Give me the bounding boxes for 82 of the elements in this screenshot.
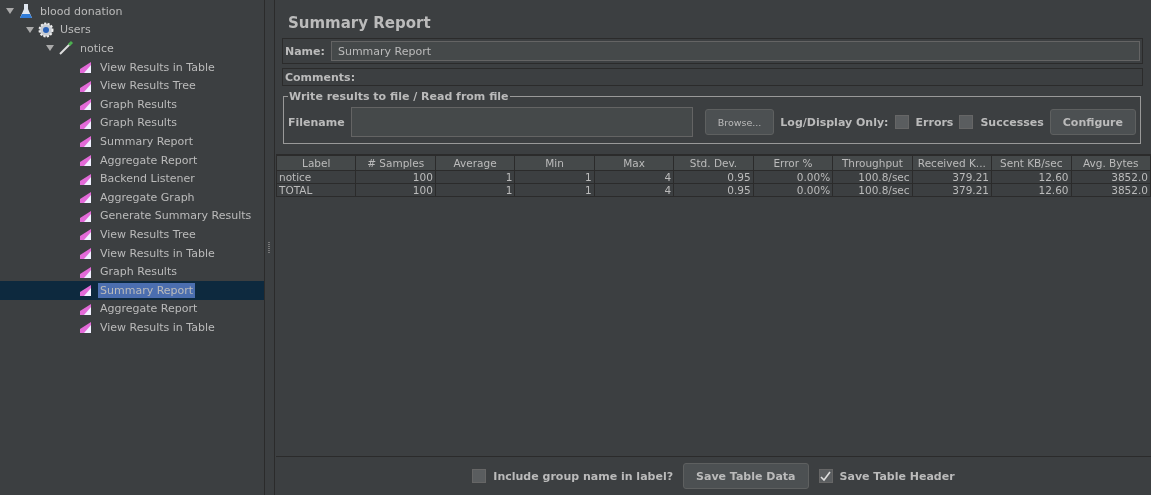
column-header[interactable]: Max [594, 155, 674, 171]
comments-label: Comments: [285, 70, 356, 84]
table-cell: 4 [594, 170, 674, 184]
table-cell: 100.8/sec [832, 183, 913, 197]
panel-title: Summary Report [287, 13, 432, 34]
configure-button[interactable]: Configure [1049, 109, 1136, 135]
column-header[interactable]: Label [276, 155, 356, 171]
tree-item[interactable]: Users [0, 20, 264, 40]
errors-checkbox[interactable] [894, 115, 909, 129]
column-header[interactable]: Std. Dev. [673, 155, 754, 171]
table-cell: 3852.0 [1071, 183, 1151, 197]
column-header[interactable]: Average [435, 155, 515, 171]
table-cell: 1 [514, 183, 595, 197]
chart-icon [78, 319, 94, 336]
save-table-data-button[interactable]: Save Table Data [683, 463, 809, 489]
table-cell: 100 [355, 170, 436, 184]
chart-icon [78, 133, 94, 150]
tree-item[interactable]: Generate Summary Results [0, 206, 264, 226]
chart-icon [78, 59, 94, 76]
filename-field[interactable] [350, 107, 693, 137]
chart-icon [78, 226, 94, 243]
column-header[interactable]: Error % [753, 155, 833, 171]
tree-item[interactable]: Aggregate Report [0, 299, 264, 319]
chart-icon [78, 245, 94, 261]
column-header[interactable]: # Samples [355, 155, 436, 171]
chart-icon [78, 282, 94, 299]
pipette-icon [58, 40, 74, 57]
tree-item[interactable]: Graph Results [0, 113, 264, 133]
successes-checkbox[interactable] [959, 115, 974, 129]
tree-item[interactable]: notice [0, 39, 264, 58]
tree-item[interactable]: Graph Results [0, 262, 264, 281]
table-cell: 379.21 [912, 170, 992, 184]
table-cell: TOTAL [276, 183, 356, 197]
table-cell: 0.00% [753, 170, 833, 184]
table-cell: 1 [435, 183, 515, 197]
tree-item[interactable]: blood donation [0, 2, 264, 21]
include-group-checkbox[interactable] [472, 469, 487, 483]
tree-item[interactable]: View Results in Table [0, 57, 264, 77]
table-cell: 379.21 [912, 183, 992, 197]
tree-item[interactable]: Graph Results [0, 94, 264, 114]
checkbox-label: Save Table Header [839, 469, 955, 483]
table-cell: 12.60 [991, 170, 1071, 184]
table-cell: 100 [355, 183, 436, 197]
tree-item[interactable]: View Results Tree [0, 76, 264, 95]
table-cell: 0.95 [673, 183, 754, 197]
group-legend: Write results to file / Read from file [288, 90, 510, 103]
tree-item[interactable]: Aggregate Graph [0, 187, 264, 207]
chart-icon [78, 189, 94, 206]
column-header[interactable]: Sent KB/sec [991, 155, 1071, 171]
tree-item[interactable]: View Results in Table [0, 318, 264, 337]
splitter-grip-icon[interactable] [268, 241, 271, 254]
column-header[interactable]: Throughput [832, 155, 913, 171]
table-cell: 12.60 [991, 183, 1071, 197]
checkbox-label: Include group name in label? [493, 469, 674, 483]
chart-icon [78, 152, 94, 169]
table-cell: 1 [514, 170, 595, 184]
save-header-checkbox[interactable] [818, 469, 833, 483]
tree-item[interactable]: View Results in Table [0, 243, 264, 263]
table-cell: 0.00% [753, 183, 833, 197]
flask-icon [18, 3, 34, 20]
tree-item[interactable]: Aggregate Report [0, 150, 264, 170]
filename-label: Filename [288, 115, 345, 129]
tree-item[interactable]: Backend Listener [0, 169, 264, 188]
table-cell: 4 [594, 183, 674, 197]
column-header[interactable]: Received K... [912, 155, 992, 171]
browse-button[interactable]: Browse... [704, 109, 775, 135]
table-cell: 1 [435, 170, 515, 184]
table-cell: 3852.0 [1071, 170, 1151, 184]
checkbox-label: Errors [915, 115, 954, 129]
tree-item[interactable]: View Results Tree [0, 225, 264, 244]
table-cell: 0.95 [673, 170, 754, 184]
name-label: Name: [285, 44, 325, 58]
name-field[interactable]: Summary Report [330, 41, 1140, 61]
table-cell: notice [276, 170, 356, 184]
column-header[interactable]: Avg. Bytes [1071, 155, 1151, 171]
log-display-label: Log/Display Only: [780, 115, 889, 129]
column-header[interactable]: Min [514, 155, 595, 171]
checkbox-label: Successes [980, 115, 1044, 129]
table-cell: 100.8/sec [832, 170, 913, 184]
chart-icon [78, 96, 94, 113]
tree-item[interactable]: Summary Report [0, 132, 264, 151]
gear-icon [38, 21, 54, 38]
